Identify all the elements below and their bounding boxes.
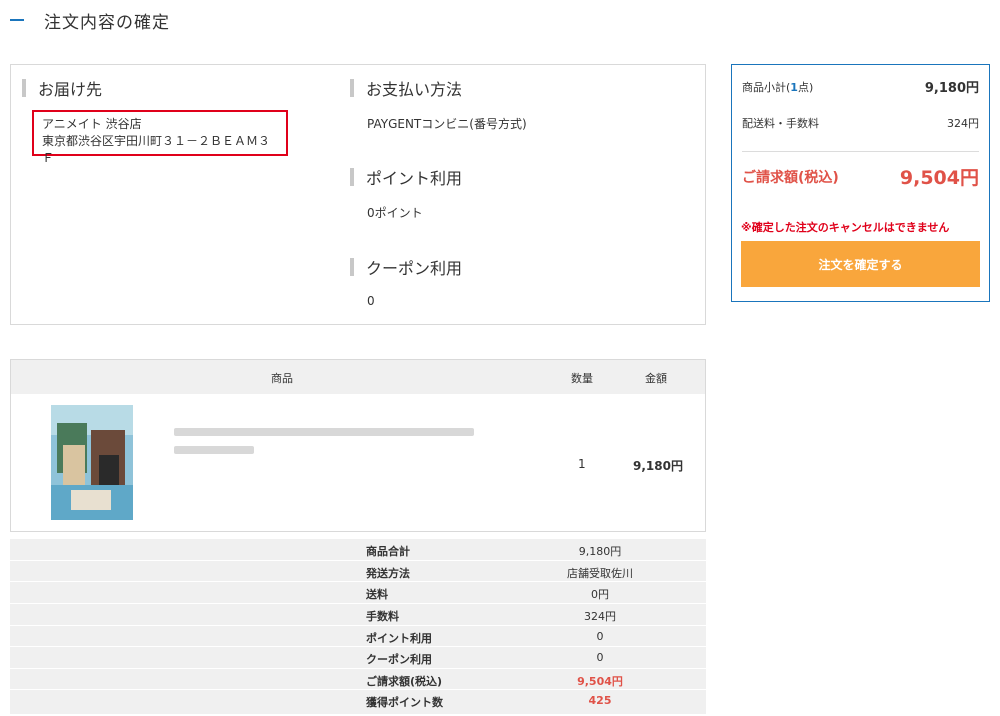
- subtotal-suffix: 点): [797, 80, 814, 94]
- confirm-order-button[interactable]: 注文を確定する: [741, 241, 980, 287]
- totals-value: 425: [588, 694, 612, 707]
- product-qty: 1: [578, 457, 586, 471]
- totals-value: 324円: [584, 610, 616, 623]
- product-table-header: 商品 数量 金額: [11, 360, 705, 394]
- grand-total-label: ご請求額(税込): [742, 169, 839, 186]
- delivery-heading: お届け先: [22, 76, 102, 100]
- points-value: 0ポイント: [367, 206, 423, 220]
- subtotal-label: 商品小計(1点): [742, 79, 813, 95]
- subtotal-prefix: 商品小計(: [742, 80, 791, 94]
- totals-row: 獲得ポイント数 425: [10, 689, 706, 710]
- heading-bar: [350, 168, 354, 186]
- totals-row: クーポン利用 0: [10, 646, 706, 667]
- product-cover-image: [51, 405, 133, 520]
- totals-value: 9,504円: [577, 675, 623, 688]
- heading-bar: [22, 79, 26, 97]
- points-heading-label: ポイント利用: [366, 169, 463, 188]
- totals-row: 商品合計 9,180円: [10, 539, 706, 560]
- coupon-heading-label: クーポン利用: [366, 259, 463, 278]
- totals-table: 商品合計 9,180円 発送方法 店舗受取佐川 送料 0円 手数料 324円 ポ…: [10, 539, 706, 714]
- totals-label: 商品合計: [366, 545, 410, 558]
- order-info-panel: お届け先 アニメイト 渋谷店 東京都渋谷区宇田川町３１－２ＢＥＡＭ３Ｆ お支払い…: [10, 64, 706, 325]
- payment-heading-label: お支払い方法: [366, 80, 463, 99]
- product-thumbnail[interactable]: [51, 405, 133, 520]
- totals-value: 0: [596, 630, 604, 643]
- delivery-address: 東京都渋谷区宇田川町３１－２ＢＥＡＭ３Ｆ: [42, 134, 271, 165]
- totals-row: ご請求額(税込) 9,504円: [10, 668, 706, 689]
- totals-value: 9,180円: [578, 545, 622, 558]
- shipping-label: 配送料・手数料: [742, 117, 819, 130]
- grand-total-row: ご請求額(税込) 9,504円: [742, 163, 979, 190]
- shipping-row: 配送料・手数料 324円: [742, 115, 979, 131]
- totals-row: ポイント利用 0: [10, 625, 706, 646]
- totals-row: 発送方法 店舗受取佐川: [10, 560, 706, 581]
- header-price: 金額: [645, 372, 667, 385]
- totals-label: ポイント利用: [366, 632, 432, 645]
- payment-value: PAYGENTコンビニ(番号方式): [367, 117, 527, 131]
- order-summary-panel: 商品小計(1点) 9,180円 配送料・手数料 324円 ご請求額(税込) 9,…: [731, 64, 990, 302]
- product-name-blurred: [174, 446, 254, 454]
- cancel-warning: ※確定した注文のキャンセルはできません: [741, 221, 950, 234]
- delivery-store: アニメイト 渋谷店: [42, 117, 142, 131]
- totals-label: 獲得ポイント数: [366, 696, 443, 709]
- totals-label: 発送方法: [366, 567, 410, 580]
- totals-value: 0円: [591, 588, 609, 601]
- points-heading: ポイント利用: [350, 165, 462, 189]
- page-title: 注文内容の確定: [44, 12, 170, 33]
- totals-row: 手数料 324円: [10, 603, 706, 624]
- totals-row: 送料 0円: [10, 581, 706, 602]
- totals-label: クーポン利用: [366, 653, 432, 666]
- product-price: 9,180円: [633, 459, 683, 473]
- heading-bar: [350, 258, 354, 276]
- product-table: 商品 数量 金額 1 9,180円: [10, 359, 706, 532]
- header-qty: 数量: [571, 372, 593, 385]
- page-heading: 注文内容の確定: [10, 8, 170, 33]
- heading-bar: [350, 79, 354, 97]
- subtotal-row: 商品小計(1点) 9,180円: [742, 77, 979, 97]
- heading-dash: [10, 19, 24, 21]
- totals-label: 送料: [366, 588, 388, 601]
- subtotal-count: 1: [790, 80, 798, 94]
- totals-value: 0: [596, 651, 604, 664]
- product-name-blurred: [174, 428, 474, 436]
- summary-divider: [742, 151, 979, 152]
- subtotal-amount: 9,180円: [924, 81, 979, 96]
- header-item: 商品: [271, 372, 293, 385]
- delivery-address-box: アニメイト 渋谷店 東京都渋谷区宇田川町３１－２ＢＥＡＭ３Ｆ: [32, 110, 288, 165]
- coupon-heading: クーポン利用: [350, 255, 462, 279]
- delivery-heading-label: お届け先: [38, 80, 103, 99]
- coupon-value: 0: [367, 294, 375, 308]
- totals-label: ご請求額(税込): [366, 675, 443, 688]
- payment-heading: お支払い方法: [350, 76, 462, 100]
- grand-total-amount: 9,504円: [899, 167, 979, 189]
- totals-value: 店舗受取佐川: [567, 567, 633, 580]
- shipping-amount: 324円: [947, 117, 979, 130]
- totals-label: 手数料: [366, 610, 399, 623]
